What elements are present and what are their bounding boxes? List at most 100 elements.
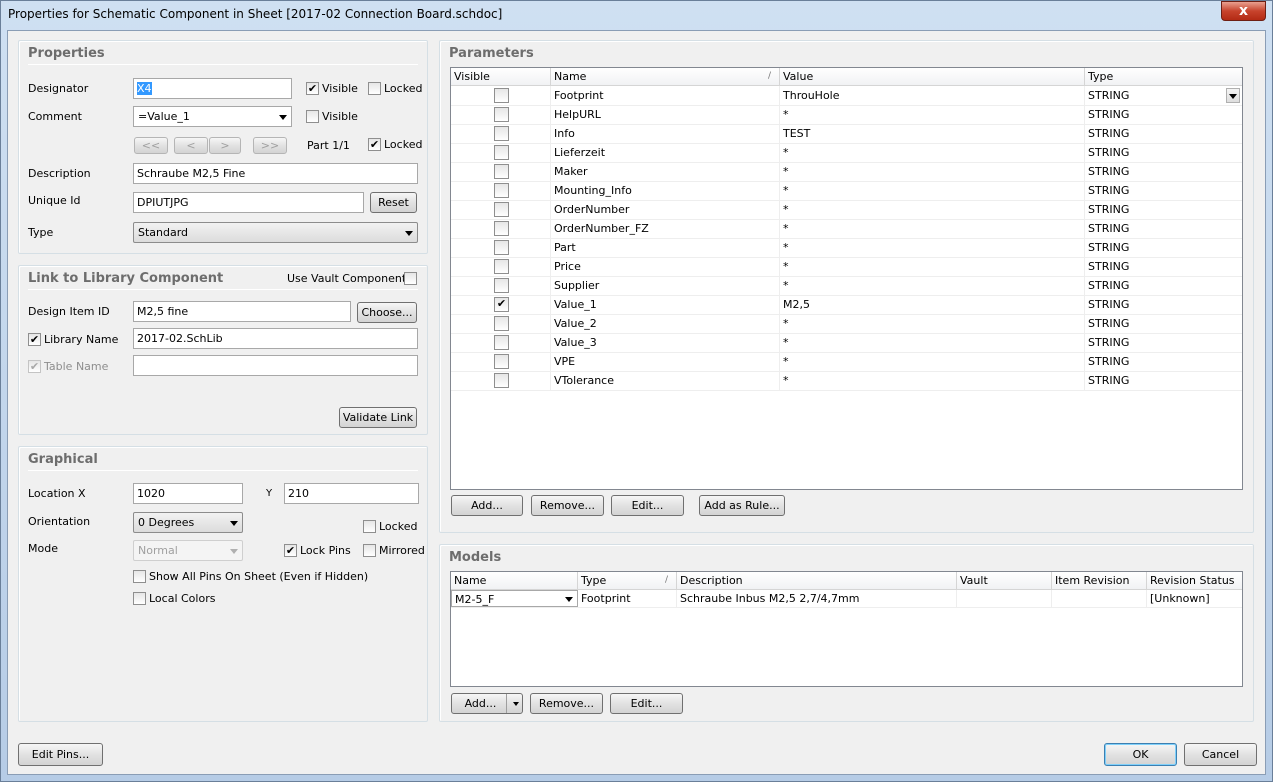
parameter-value-cell[interactable]: * (780, 162, 1085, 181)
parameter-visible-checkbox[interactable] (494, 316, 509, 331)
parameter-visible-checkbox[interactable] (494, 183, 509, 198)
graphical-locked-checkbox[interactable] (363, 520, 376, 533)
parameter-visible-checkbox[interactable] (494, 335, 509, 350)
param-add-rule-button[interactable]: Add as Rule... (699, 495, 785, 516)
comment-combobox[interactable]: =Value_1 (133, 106, 292, 127)
parameter-type-cell[interactable]: STRING (1085, 105, 1242, 124)
description-input[interactable]: Schraube M2,5 Fine (133, 163, 418, 184)
parameter-type-cell[interactable]: STRING (1085, 371, 1242, 390)
mode-select[interactable]: Normal (133, 540, 243, 561)
parameter-value-cell[interactable]: * (780, 238, 1085, 257)
previous-part-button[interactable]: < (174, 137, 208, 154)
ok-button[interactable]: OK (1104, 743, 1177, 766)
parameter-value-cell[interactable]: * (780, 276, 1085, 295)
parameter-value-cell[interactable]: ThrouHole (780, 86, 1085, 105)
parameter-type-cell[interactable]: STRING (1085, 333, 1242, 352)
location-y-input[interactable]: 210 (284, 483, 419, 504)
design-item-input[interactable]: M2,5 fine (133, 301, 351, 322)
parameter-type-cell[interactable]: STRING (1085, 295, 1242, 314)
parameter-type-cell[interactable]: STRING (1085, 200, 1242, 219)
parameter-row[interactable]: VPE * STRING (451, 352, 1242, 372)
parameter-row[interactable]: Supplier * STRING (451, 276, 1242, 296)
parameter-value-cell[interactable]: * (780, 105, 1085, 124)
comment-visible-checkbox[interactable] (306, 110, 319, 123)
model-name-cell[interactable]: M2-5_F (451, 590, 578, 607)
type-select[interactable]: Standard (133, 222, 418, 243)
parameter-visible-checkbox[interactable] (494, 278, 509, 293)
title-bar[interactable]: Properties for Schematic Component in Sh… (0, 0, 1273, 30)
parameter-visible-checkbox[interactable] (494, 145, 509, 160)
next-part-button[interactable]: > (209, 137, 241, 154)
parameter-visible-checkbox[interactable] (494, 107, 509, 122)
models-grid[interactable]: Name Type / Description Vault Item Revisi… (450, 571, 1243, 687)
parameter-visible-checkbox[interactable] (494, 354, 509, 369)
model-vault-cell[interactable] (957, 590, 1052, 607)
param-col-name[interactable]: Name / (551, 68, 780, 85)
model-edit-button[interactable]: Edit... (610, 693, 683, 714)
param-col-visible[interactable]: Visible (451, 68, 551, 85)
parameter-row[interactable]: Mounting_Info * STRING (451, 181, 1242, 201)
parameter-type-cell[interactable]: STRING (1085, 181, 1242, 200)
lock-pins-checkbox[interactable]: ✔ (284, 544, 297, 557)
designator-input[interactable]: X4 (133, 78, 292, 99)
orientation-select[interactable]: 0 Degrees (133, 512, 243, 533)
parameter-value-cell[interactable]: * (780, 352, 1085, 371)
show-all-pins-checkbox[interactable] (133, 570, 146, 583)
last-part-button[interactable]: >> (253, 137, 287, 154)
param-edit-button[interactable]: Edit... (611, 495, 684, 516)
param-col-type[interactable]: Type (1085, 68, 1242, 85)
param-remove-button[interactable]: Remove... (531, 495, 604, 516)
model-item-revision-cell[interactable] (1052, 590, 1147, 607)
parameter-row[interactable]: OrderNumber_FZ * STRING (451, 219, 1242, 239)
validate-link-button[interactable]: Validate Link (339, 407, 417, 428)
parameter-value-cell[interactable]: * (780, 200, 1085, 219)
parameter-row[interactable]: HelpURL * STRING (451, 105, 1242, 125)
model-row[interactable]: M2-5_F Footprint Schraube Inbus M2,5 2,7/4… (451, 590, 1242, 608)
parameter-type-cell[interactable]: STRING (1085, 219, 1242, 238)
close-button[interactable]: x (1221, 1, 1266, 21)
parameter-row[interactable]: ✔ Value_1 M2,5 STRING (451, 295, 1242, 315)
parameter-visible-checkbox[interactable] (494, 202, 509, 217)
parameter-row[interactable]: OrderNumber * STRING (451, 200, 1242, 220)
parameter-visible-checkbox[interactable] (494, 221, 509, 236)
type-dropdown-button[interactable] (1226, 88, 1240, 103)
parameter-value-cell[interactable]: M2,5 (780, 295, 1085, 314)
model-description-cell[interactable]: Schraube Inbus M2,5 2,7/4,7mm (677, 590, 957, 607)
use-vault-checkbox[interactable] (404, 272, 417, 285)
parameters-grid[interactable]: Visible Name / Value Type Footprint ThrouH… (450, 67, 1243, 490)
parameter-row[interactable]: Maker * STRING (451, 162, 1242, 182)
parameter-value-cell[interactable]: * (780, 371, 1085, 390)
first-part-button[interactable]: << (134, 137, 168, 154)
local-colors-checkbox[interactable] (133, 592, 146, 605)
parameter-type-cell[interactable]: STRING (1085, 143, 1242, 162)
choose-button[interactable]: Choose... (357, 302, 417, 323)
model-remove-button[interactable]: Remove... (530, 693, 603, 714)
param-col-value[interactable]: Value (780, 68, 1085, 85)
model-col-description[interactable]: Description (677, 572, 957, 589)
parameter-row[interactable]: VTolerance * STRING (451, 371, 1242, 391)
parameter-type-cell[interactable]: STRING (1085, 86, 1242, 105)
parameter-value-cell[interactable]: * (780, 333, 1085, 352)
param-add-button[interactable]: Add... (451, 495, 523, 516)
location-x-input[interactable]: 1020 (133, 483, 243, 504)
parameter-type-cell[interactable]: STRING (1085, 314, 1242, 333)
parameter-value-cell[interactable]: TEST (780, 124, 1085, 143)
unique-id-input[interactable]: DPIUTJPG (133, 192, 364, 213)
model-type-cell[interactable]: Footprint (578, 590, 677, 607)
parameter-visible-checkbox[interactable] (494, 240, 509, 255)
parameter-type-cell[interactable]: STRING (1085, 276, 1242, 295)
model-add-button[interactable]: Add... (451, 693, 523, 714)
table-name-input[interactable] (133, 355, 418, 376)
parameter-row[interactable]: Part * STRING (451, 238, 1242, 258)
parameter-visible-checkbox[interactable] (494, 164, 509, 179)
designator-visible-checkbox[interactable]: ✔ (306, 82, 319, 95)
library-name-input[interactable]: 2017-02.SchLib (133, 328, 418, 349)
parameter-visible-checkbox[interactable] (494, 259, 509, 274)
table-name-checkbox[interactable]: ✔ (28, 360, 41, 373)
parameter-value-cell[interactable]: * (780, 257, 1085, 276)
parameter-visible-checkbox[interactable] (494, 88, 509, 103)
parameter-row[interactable]: Footprint ThrouHole STRING (451, 86, 1242, 106)
parameter-value-cell[interactable]: * (780, 181, 1085, 200)
parameter-visible-checkbox[interactable] (494, 126, 509, 141)
parameter-type-cell[interactable]: STRING (1085, 257, 1242, 276)
